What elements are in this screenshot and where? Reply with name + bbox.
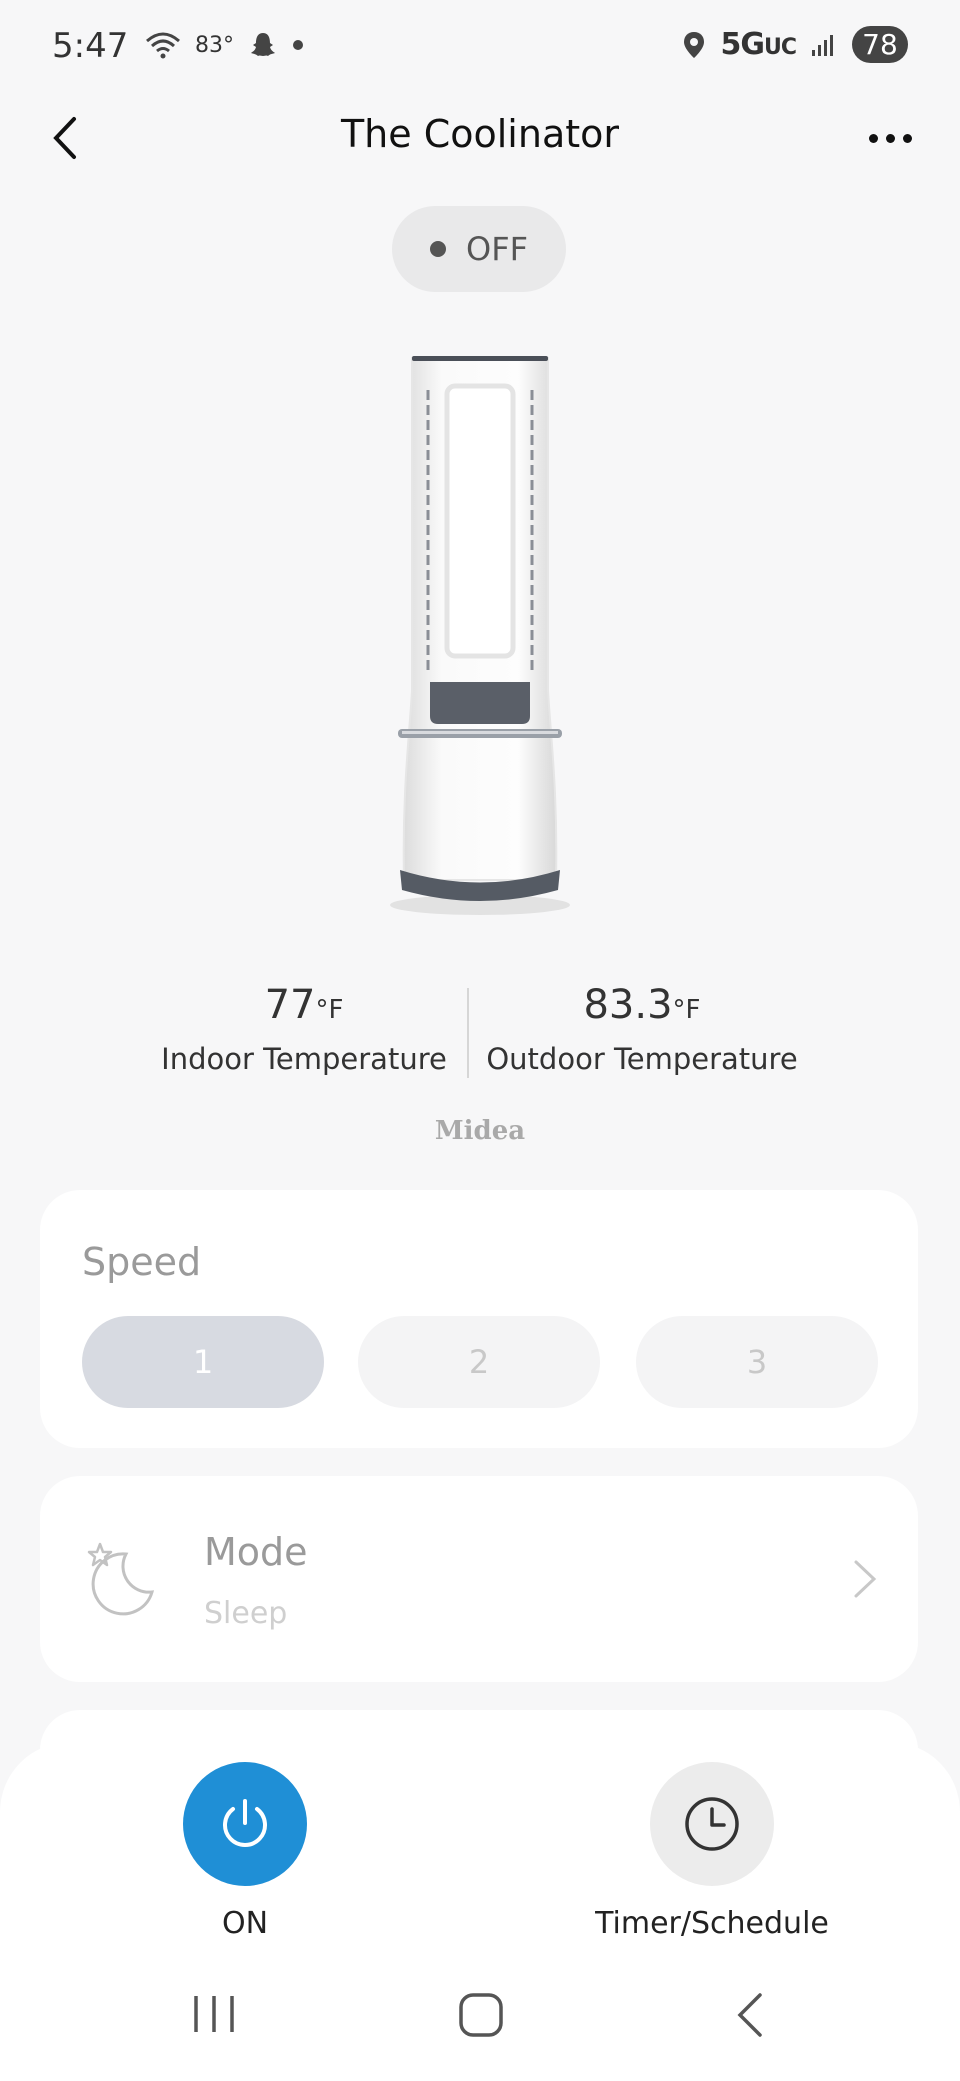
outdoor-temperature-unit: °F	[672, 995, 701, 1025]
device-state-label: OFF	[466, 230, 528, 268]
mode-card[interactable]	[40, 1476, 918, 1682]
location-icon	[684, 31, 705, 58]
outdoor-temperature: 83.3°F Outdoor Temperature	[462, 982, 822, 1076]
network-main: 5G	[720, 27, 764, 62]
power-button[interactable]	[183, 1762, 307, 1886]
outdoor-temperature-reading: 83.3°F	[462, 982, 822, 1028]
status-right-icons: 5GUC 78	[682, 26, 908, 63]
network-label: 5GUC	[720, 27, 797, 62]
snapchat-icon	[251, 33, 275, 56]
indoor-temperature-reading: 77°F	[124, 982, 484, 1028]
more-dot-icon	[902, 133, 912, 143]
outdoor-temperature-label: Outdoor Temperature	[486, 1042, 798, 1076]
status-time: 5:47	[52, 26, 129, 66]
power-label: ON	[221, 1906, 269, 1941]
wifi-icon	[146, 32, 180, 59]
speed-option-1[interactable]: 1	[82, 1316, 324, 1408]
battery-badge: 78	[852, 26, 908, 63]
system-back-icon[interactable]	[734, 1990, 766, 2040]
notification-dot-icon	[293, 40, 303, 50]
device-state-badge: OFF	[392, 206, 566, 292]
chevron-right-icon	[854, 1560, 877, 1598]
sleep-moon-icon	[87, 1542, 155, 1616]
signal-icon	[812, 34, 833, 56]
indoor-temperature-label: Indoor Temperature	[161, 1042, 447, 1076]
speed-title: Speed	[82, 1240, 202, 1284]
status-temperature: 83°	[195, 32, 234, 58]
speed-option-3[interactable]: 3	[636, 1316, 878, 1408]
outdoor-temperature-value: 83.3	[583, 982, 673, 1028]
timer-schedule-label: Timer/Schedule	[595, 1906, 829, 1941]
status-left-icons: 83°	[145, 30, 304, 60]
fan-device-image	[390, 356, 570, 915]
home-icon[interactable]	[458, 1992, 504, 2038]
more-options-button[interactable]	[860, 118, 920, 158]
speed-option-2[interactable]: 2	[358, 1316, 600, 1408]
indoor-temperature-value: 77	[264, 982, 316, 1028]
indoor-temperature: 77°F Indoor Temperature	[124, 982, 484, 1076]
mode-value: Sleep	[204, 1596, 288, 1631]
mode-title: Mode	[204, 1530, 308, 1574]
timer-schedule-button[interactable]	[650, 1762, 774, 1886]
indoor-temperature-unit: °F	[315, 995, 344, 1025]
brand-logo: Midea	[434, 1116, 526, 1146]
power-icon	[223, 1799, 267, 1847]
more-dot-icon	[885, 133, 895, 143]
recent-apps-icon[interactable]	[190, 1992, 238, 2036]
state-dot-icon	[430, 241, 446, 257]
more-dot-icon	[868, 133, 878, 143]
network-sub: UC	[763, 35, 797, 60]
clock-icon	[685, 1797, 739, 1851]
page-title: The Coolinator	[340, 112, 620, 156]
